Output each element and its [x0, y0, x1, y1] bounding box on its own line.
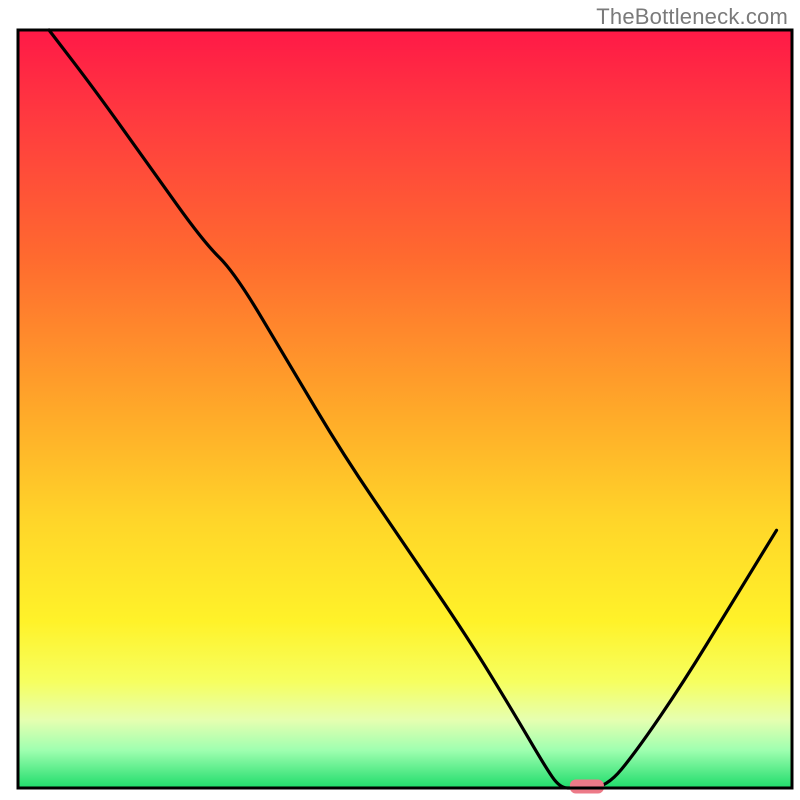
chart-container: TheBottleneck.com: [0, 0, 800, 800]
optimal-marker: [570, 779, 604, 793]
bottleneck-chart: [0, 0, 800, 800]
